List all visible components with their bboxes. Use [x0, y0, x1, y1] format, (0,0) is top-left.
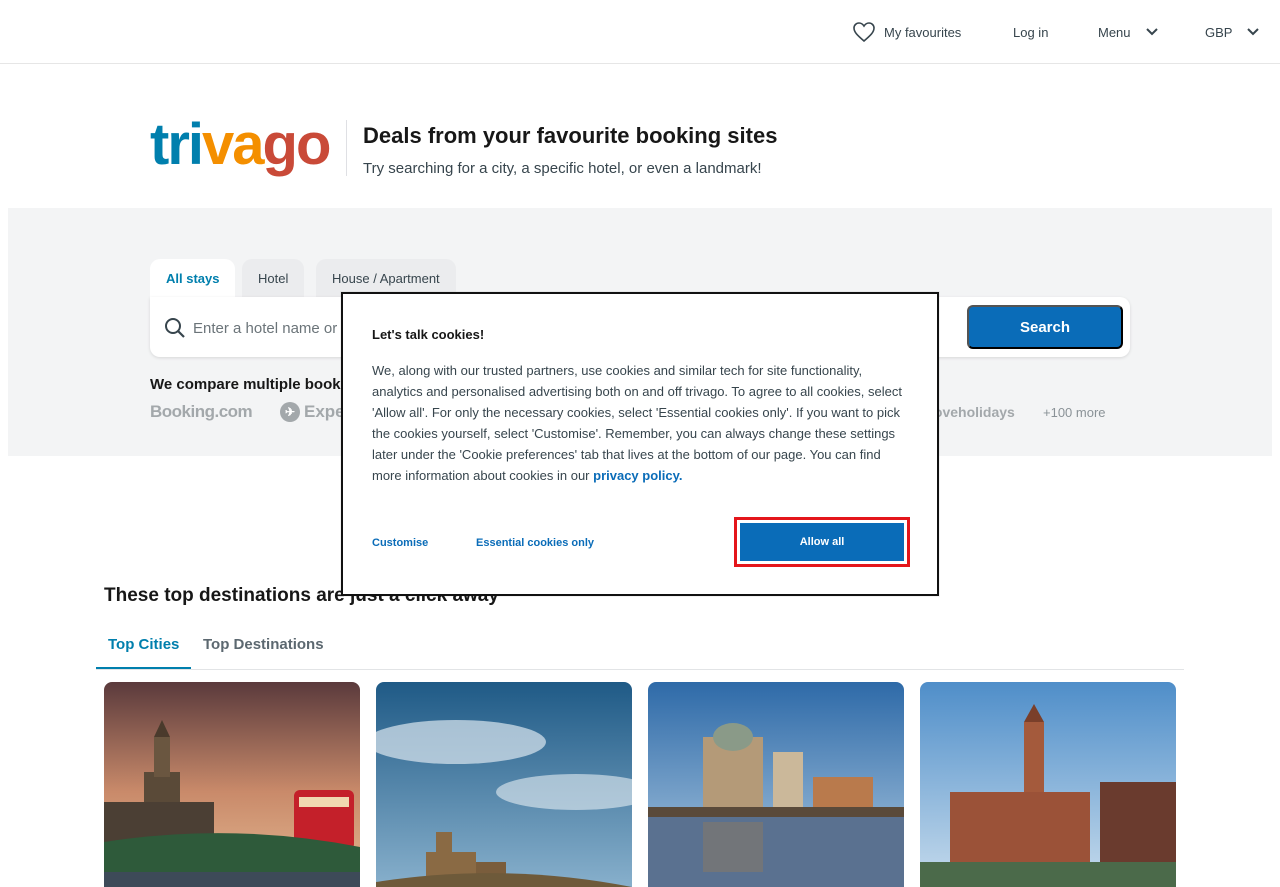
menu-button[interactable]: Menu — [1098, 0, 1159, 64]
manchester-image — [920, 682, 1176, 887]
tab-top-destinations[interactable]: Top Destinations — [191, 636, 336, 670]
currency-selector[interactable]: GBP — [1205, 0, 1260, 64]
tab-divider — [96, 669, 1184, 670]
destination-card-manchester[interactable] — [920, 682, 1176, 887]
chevron-down-icon — [1247, 28, 1260, 36]
svg-text:trivago: trivago — [150, 118, 330, 177]
more-partners-link[interactable]: +100 more — [1043, 405, 1106, 420]
allow-all-highlight: Allow all — [734, 517, 910, 567]
cookie-dialog-body: We, along with our trusted partners, use… — [372, 360, 904, 486]
partner-logo-booking: Booking.com — [150, 402, 253, 421]
currency-label: GBP — [1205, 24, 1233, 40]
tab-hotel[interactable]: Hotel — [242, 259, 305, 297]
allow-all-button[interactable]: Allow all — [740, 523, 904, 561]
login-link[interactable]: Log in — [1013, 0, 1048, 64]
customise-button[interactable]: Customise — [372, 537, 428, 549]
page-title: Deals from your favourite booking sites — [363, 123, 778, 148]
liverpool-image — [648, 682, 904, 887]
destination-card-london[interactable] — [104, 682, 360, 887]
trivago-logo[interactable]: trivago — [150, 118, 332, 178]
favourites-link[interactable]: My favourites — [852, 0, 961, 64]
essential-cookies-button[interactable]: Essential cookies only — [476, 537, 594, 549]
tab-top-cities[interactable]: Top Cities — [96, 636, 192, 670]
favourites-label: My favourites — [884, 24, 962, 40]
tab-all-stays[interactable]: All stays — [150, 259, 236, 297]
plane-icon: ✈ — [280, 402, 300, 422]
cookie-consent-dialog: Let's talk cookies! We, along with our t… — [341, 292, 939, 596]
edinburgh-image — [376, 682, 632, 887]
cookie-dialog-text: We, along with our trusted partners, use… — [372, 363, 902, 483]
london-image — [104, 682, 360, 887]
search-button[interactable]: Search — [967, 305, 1123, 349]
page-subtitle: Try searching for a city, a specific hot… — [363, 160, 762, 177]
destination-card-edinburgh[interactable] — [376, 682, 632, 887]
menu-label: Menu — [1098, 24, 1131, 40]
partner-logo-loveholidays: loveholidays — [930, 404, 1015, 420]
cookie-dialog-title: Let's talk cookies! — [372, 327, 485, 342]
heart-icon — [853, 22, 875, 43]
hero-divider — [346, 120, 347, 176]
search-icon — [165, 318, 185, 338]
top-navigation: My favourites Log in Menu GBP — [0, 0, 1280, 64]
privacy-policy-link[interactable]: privacy policy. — [593, 468, 682, 483]
chevron-down-icon — [1145, 28, 1158, 36]
destination-card-liverpool[interactable] — [648, 682, 904, 887]
login-label: Log in — [1013, 24, 1049, 40]
